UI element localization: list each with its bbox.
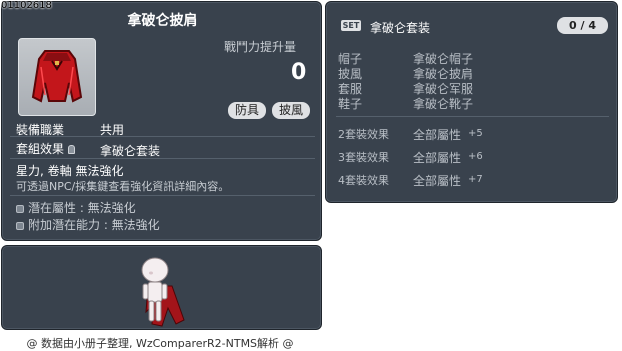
set-effect-value: 拿破仑套装 [100, 144, 161, 158]
set-part-slot: 鞋子 [338, 97, 363, 111]
set-effect-tier: 2套裝效果 [338, 128, 389, 141]
divider [336, 116, 609, 117]
divider [10, 158, 315, 159]
enhance-status: 星力, 卷軸 無法強化 [16, 164, 124, 178]
bonus-potential-row: 附加潛在能力 : 無法強化 [16, 216, 160, 233]
set-effect-value: +5 [468, 128, 483, 139]
set-count: 0 / 4 [557, 17, 608, 34]
tag-cape: 披風 [272, 102, 311, 119]
set-effect-value: +6 [468, 151, 483, 162]
tag-armor: 防具 [228, 102, 267, 119]
set-effect-label: 套組效果 [16, 140, 76, 157]
potential-text: 潛在屬性 : 無法強化 [28, 201, 136, 215]
potential-icon [16, 204, 24, 213]
set-effect-stat: 全部屬性 [413, 174, 462, 188]
divider [10, 136, 315, 137]
item-tooltip-panel: 拿破仑披肩 戰鬥力提升量 0 防具 披風 裝備職業 共用 套組效果 拿破仑套装 … [1, 1, 322, 241]
set-effect-value: +7 [468, 174, 483, 185]
cape-icon [31, 50, 83, 103]
character-preview [141, 257, 185, 327]
power-label: 戰鬥力提升量 [224, 40, 297, 54]
set-effect-tier: 4套裝效果 [338, 174, 389, 187]
item-icon-frame [18, 38, 96, 116]
power-value: 0 [291, 60, 307, 85]
set-effect-stat: 全部屬性 [413, 128, 462, 142]
potential-row: 潛在屬性 : 無法強化 [16, 199, 136, 216]
lock-icon [68, 145, 76, 154]
bonus-potential-icon [16, 221, 24, 230]
set-name: 拿破仑套装 [370, 21, 431, 35]
set-badge: SET [341, 20, 361, 31]
set-tooltip-panel: SET 拿破仑套装 0 / 4 帽子 拿破仑帽子 披風 拿破仑披肩 套服 拿破仑… [325, 1, 618, 203]
character-preview-panel [1, 245, 322, 330]
bonus-potential-text: 附加潛在能力 : 無法強化 [28, 218, 160, 232]
item-id: 01102618 [1, 0, 52, 11]
set-effect-tier: 3套裝效果 [338, 151, 389, 164]
set-part-name: 拿破仑靴子 [413, 97, 474, 111]
enhance-note: 可透過NPC/採集鍵查看強化資訊詳細內容。 [16, 180, 230, 193]
item-title: 拿破仑披肩 [127, 13, 198, 29]
footer-credit: @ 数据由小册子整理, WzComparerR2-NTMS解析 @ [26, 337, 294, 350]
divider [10, 195, 315, 196]
set-effect-label-text: 套組效果 [16, 142, 65, 156]
set-effect-stat: 全部屬性 [413, 151, 462, 165]
